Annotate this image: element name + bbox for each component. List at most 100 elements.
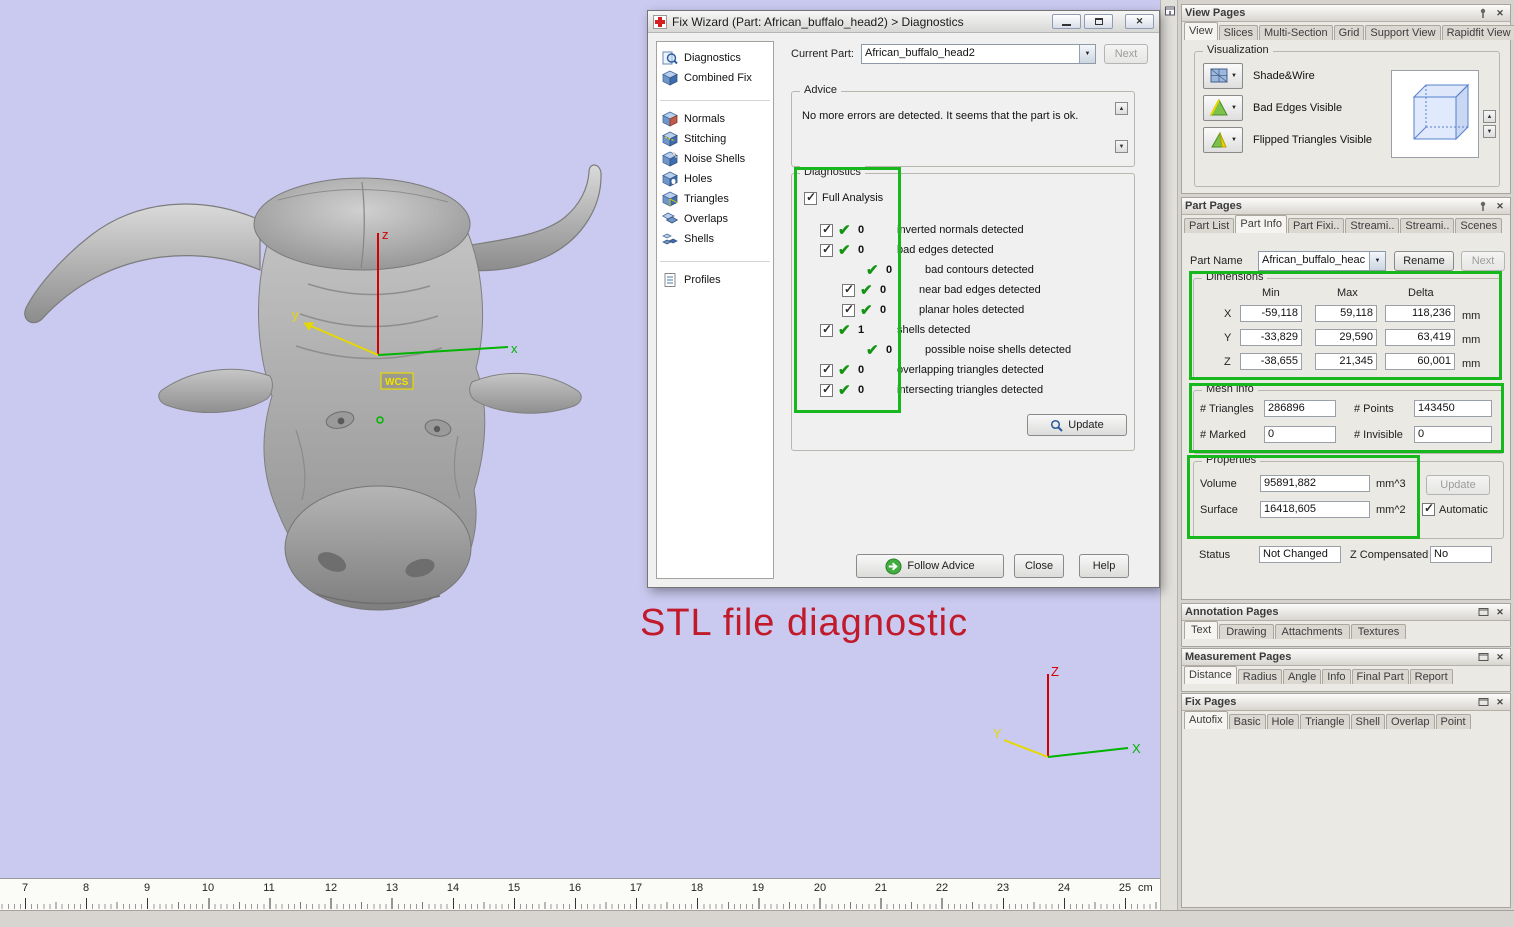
close-button[interactable]: ✕	[1125, 14, 1154, 29]
tab-report[interactable]: Report	[1409, 669, 1453, 684]
tab-view[interactable]: View	[1184, 22, 1218, 40]
nav-item-shells[interactable]: Shells	[657, 229, 773, 249]
diagnostic-checkbox[interactable]: ✓	[842, 282, 855, 297]
autohide-icon[interactable]	[1163, 4, 1176, 18]
tab-final-part[interactable]: Final Part	[1351, 669, 1409, 684]
marked-field[interactable]: 0	[1264, 426, 1336, 443]
tab-basic[interactable]: Basic	[1228, 714, 1266, 729]
tab-info[interactable]: Info	[1322, 669, 1351, 684]
float-window-icon[interactable]	[1476, 651, 1490, 664]
maximize-button[interactable]	[1084, 14, 1113, 29]
dim-y-delta-field[interactable]: 63,419	[1385, 329, 1455, 346]
dim-y-max-field[interactable]: 29,590	[1315, 329, 1377, 346]
nav-item-triangles[interactable]: Triangles	[657, 189, 773, 209]
invisible-field[interactable]: 0	[1414, 426, 1492, 443]
tab-radius[interactable]: Radius	[1237, 669, 1283, 684]
diagnostic-checkbox[interactable]: ✓	[842, 302, 855, 317]
help-button[interactable]: Help	[1079, 554, 1129, 578]
wizard-next-button[interactable]: Next	[1104, 44, 1148, 64]
bad-edges-visible-button[interactable]: ▼	[1203, 95, 1243, 121]
orientation-cube-preview[interactable]	[1391, 70, 1479, 158]
annotation-pages-header[interactable]: Annotation Pages ✕	[1182, 604, 1510, 621]
tab-rapidfit-view[interactable]: Rapidfit View	[1441, 25, 1514, 40]
pin-icon[interactable]	[1476, 200, 1490, 213]
dropdown-arrow-icon[interactable]: ▼	[1079, 45, 1095, 63]
view-pages-header[interactable]: View Pages ✕	[1182, 5, 1510, 22]
dim-z-min-field[interactable]: -38,655	[1240, 353, 1302, 370]
dim-z-delta-field[interactable]: 60,001	[1385, 353, 1455, 370]
part-name-combobox[interactable]: African_buffalo_heac ▼	[1258, 251, 1386, 271]
close-icon[interactable]: ✕	[1493, 200, 1507, 213]
advice-scroll-up-button[interactable]: ▲	[1115, 102, 1128, 115]
close-icon[interactable]: ✕	[1493, 696, 1507, 709]
full-analysis-checkbox[interactable]: ✓	[804, 190, 817, 205]
rename-button[interactable]: Rename	[1394, 251, 1454, 271]
tab-angle[interactable]: Angle	[1283, 669, 1322, 684]
flipped-triangles-button[interactable]: ▼	[1203, 127, 1243, 153]
tab-grid[interactable]: Grid	[1333, 25, 1365, 40]
nav-item-holes[interactable]: Holes	[657, 169, 773, 189]
float-window-icon[interactable]	[1476, 696, 1490, 709]
tab-streaming-2[interactable]: Streami..	[1400, 218, 1455, 233]
tab-attachments[interactable]: Attachments	[1274, 624, 1350, 639]
diagnostic-checkbox[interactable]: ✓	[820, 222, 833, 237]
tab-multi-section[interactable]: Multi-Section	[1259, 25, 1333, 40]
dim-x-delta-field[interactable]: 118,236	[1385, 305, 1455, 322]
z-compensated-field[interactable]: No	[1430, 546, 1492, 563]
tab-shell[interactable]: Shell	[1350, 714, 1385, 729]
fix-wizard-titlebar[interactable]: Fix Wizard (Part: African_buffalo_head2)…	[648, 11, 1159, 33]
close-icon[interactable]: ✕	[1493, 606, 1507, 619]
tab-overlap[interactable]: Overlap	[1385, 714, 1435, 729]
diagnostic-checkbox[interactable]: ✓	[820, 382, 833, 397]
tab-textures[interactable]: Textures	[1350, 624, 1407, 639]
nav-item-stitching[interactable]: Stitching	[657, 129, 773, 149]
automatic-checkbox[interactable]: ✓	[1422, 501, 1435, 516]
points-field[interactable]: 143450	[1414, 400, 1492, 417]
tab-hole[interactable]: Hole	[1266, 714, 1300, 729]
shade-wire-button[interactable]: ▼	[1203, 63, 1243, 89]
surface-field[interactable]: 16418,605	[1260, 501, 1370, 518]
tab-streaming-1[interactable]: Streami..	[1345, 218, 1400, 233]
tab-drawing[interactable]: Drawing	[1219, 624, 1274, 639]
preview-up-button[interactable]: ▲	[1483, 110, 1496, 123]
nav-item-noise-shells[interactable]: Noise Shells	[657, 149, 773, 169]
tab-support-view[interactable]: Support View	[1365, 25, 1441, 40]
tab-autofix[interactable]: Autofix	[1184, 711, 1228, 729]
fix-pages-header[interactable]: Fix Pages ✕	[1182, 694, 1510, 711]
measurement-pages-header[interactable]: Measurement Pages ✕	[1182, 649, 1510, 666]
current-part-combobox[interactable]: African_buffalo_head2 ▼	[861, 44, 1096, 64]
close-icon[interactable]: ✕	[1493, 7, 1507, 20]
tab-part-info[interactable]: Part Info	[1235, 215, 1287, 233]
preview-down-button[interactable]: ▼	[1483, 125, 1496, 138]
nav-item-diagnostics[interactable]: Diagnostics	[657, 48, 773, 68]
diagnostic-checkbox[interactable]: ✓	[820, 322, 833, 337]
tab-distance[interactable]: Distance	[1184, 666, 1237, 684]
triangles-field[interactable]: 286896	[1264, 400, 1336, 417]
diagnostic-checkbox[interactable]: ✓	[820, 242, 833, 257]
tab-part-fixing[interactable]: Part Fixi..	[1287, 218, 1345, 233]
nav-item-overlaps[interactable]: Overlaps	[657, 209, 773, 229]
tab-text[interactable]: Text	[1184, 621, 1219, 639]
float-window-icon[interactable]	[1476, 606, 1490, 619]
update-button[interactable]: Update	[1027, 414, 1127, 436]
volume-field[interactable]: 95891,882	[1260, 475, 1370, 492]
close-icon[interactable]: ✕	[1493, 651, 1507, 664]
dim-y-min-field[interactable]: -33,829	[1240, 329, 1302, 346]
advice-scroll-down-button[interactable]: ▼	[1115, 140, 1128, 153]
nav-item-normals[interactable]: Normals	[657, 109, 773, 129]
properties-update-button[interactable]: Update	[1426, 475, 1490, 495]
status-field[interactable]: Not Changed	[1259, 546, 1341, 563]
part-pages-header[interactable]: Part Pages ✕	[1182, 198, 1510, 215]
tab-part-list[interactable]: Part List	[1184, 218, 1235, 233]
dim-x-min-field[interactable]: -59,118	[1240, 305, 1302, 322]
pin-icon[interactable]	[1476, 7, 1490, 20]
dropdown-arrow-icon[interactable]: ▼	[1369, 252, 1385, 270]
follow-advice-button[interactable]: Follow Advice	[856, 554, 1004, 578]
dialog-close-button[interactable]: Close	[1014, 554, 1064, 578]
next-button[interactable]: Next	[1461, 251, 1505, 271]
nav-item-profiles[interactable]: Profiles	[657, 270, 773, 290]
tab-point[interactable]: Point	[1435, 714, 1471, 729]
tab-slices[interactable]: Slices	[1218, 25, 1258, 40]
tab-scenes[interactable]: Scenes	[1455, 218, 1503, 233]
minimize-button[interactable]	[1052, 14, 1081, 29]
